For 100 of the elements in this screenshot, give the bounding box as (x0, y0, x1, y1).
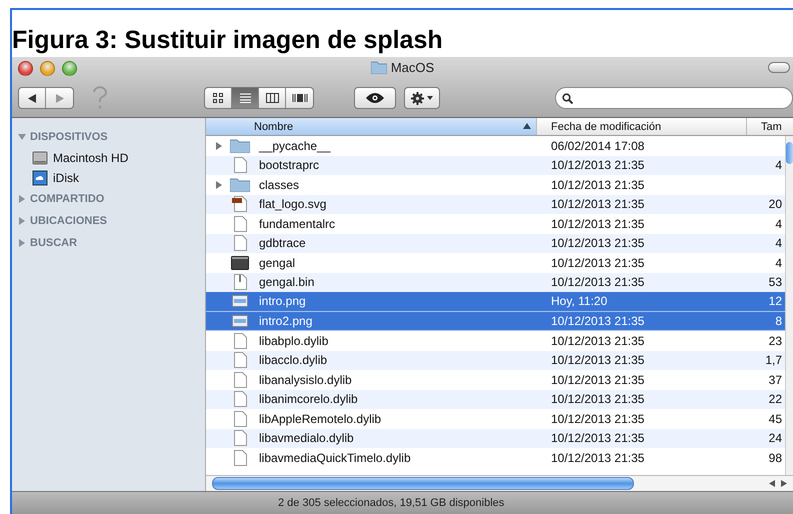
folder-icon (370, 61, 387, 74)
disclosure-triangle-icon[interactable] (215, 180, 223, 189)
file-name: gdbtrace (259, 236, 306, 250)
modified-date: 10/12/2013 21:35 (550, 178, 646, 192)
file-size: 53 (768, 275, 782, 290)
gear-icon (411, 92, 424, 104)
figure-caption: Figura 3: Sustituir imagen de splash (12, 25, 444, 56)
search-field[interactable] (555, 87, 793, 109)
modified-date: Hoy, 11:20 (550, 294, 608, 308)
file-name: libavmedialo.dylib (259, 431, 354, 446)
column-header[interactable]: Tam (747, 118, 793, 135)
file-size: 4 (775, 216, 782, 231)
modified-date: 10/12/2013 21:35 (550, 431, 646, 446)
file-row[interactable]: gengal.bin 10/12/2013 21:35 53 (206, 272, 785, 292)
modified-date: 06/02/2014 17:08 (550, 138, 646, 153)
scroll-right-icon[interactable] (781, 480, 787, 487)
disclosure-triangle-icon[interactable] (18, 195, 26, 203)
scrollbar-thumb[interactable] (786, 142, 793, 164)
modified-date: 10/12/2013 21:35 (550, 216, 646, 231)
modified-date: 10/12/2013 21:35 (550, 158, 646, 172)
file-size: 20 (768, 197, 782, 212)
caret-icon (427, 96, 433, 100)
disclosure-triangle-icon[interactable] (18, 133, 26, 141)
modified-date: 10/12/2013 21:35 (550, 372, 646, 387)
file-row[interactable]: intro.png Hoy, 11:20 12 (206, 292, 785, 312)
scrollbar-thumb[interactable] (212, 477, 634, 490)
folder-icon (230, 177, 250, 192)
modified-date: 10/12/2013 21:35 (550, 197, 646, 212)
disclosure-triangle-icon[interactable] (215, 142, 223, 150)
toolbar-toggle-button[interactable] (768, 62, 790, 73)
image-file-icon (232, 314, 248, 327)
file-size: 8 (775, 314, 782, 328)
sort-ascending-icon (523, 123, 531, 129)
status-text: 2 de 305 seleccionados, 19,51 GB disponibles (278, 497, 504, 509)
file-name: flat_logo.svg (259, 197, 326, 212)
file-size: 22 (768, 392, 782, 406)
document-icon (234, 157, 246, 174)
file-row[interactable]: libanimcorelo.dylib 10/12/2013 21:35 22 (206, 390, 785, 409)
file-name: bootstraprc (259, 158, 320, 172)
file-size: 37 (768, 372, 782, 387)
image-file-icon (232, 295, 248, 308)
file-name: __pycache__ (259, 138, 330, 153)
file-row[interactable]: gdbtrace 10/12/2013 21:35 4 (206, 234, 785, 253)
file-name: libavmediaQuickTimelo.dylib (259, 450, 411, 465)
file-row[interactable]: flat_logo.svg 10/12/2013 21:35 20 (206, 194, 785, 214)
close-button[interactable] (18, 60, 33, 76)
modified-date: 10/12/2013 21:35 (550, 256, 646, 270)
file-size: 45 (768, 412, 782, 426)
modified-date: 10/12/2013 21:35 (550, 392, 646, 406)
sidebar-item[interactable]: Macintosh HD (53, 151, 128, 165)
file-name: libanimcorelo.dylib (259, 392, 358, 406)
document-icon (234, 332, 246, 349)
document-icon (234, 450, 246, 466)
file-size: 4 (775, 256, 782, 270)
file-size: 4 (775, 158, 782, 172)
disclosure-triangle-icon[interactable] (18, 239, 26, 247)
scroll-left-icon[interactable] (769, 480, 775, 487)
document-icon (234, 216, 246, 232)
back-arrow-icon (28, 94, 36, 102)
modified-date: 10/12/2013 21:35 (550, 450, 646, 465)
modified-date: 10/12/2013 21:35 (550, 314, 646, 328)
file-size: 4 (775, 236, 782, 250)
view-mode-button[interactable] (232, 88, 259, 108)
quick-look-button[interactable] (354, 87, 396, 109)
vector-file-icon (232, 196, 248, 212)
modified-date: 10/12/2013 21:35 (550, 353, 646, 368)
file-row[interactable]: libacclo.dylib 10/12/2013 21:35 1,7 (206, 350, 785, 370)
modified-date: 10/12/2013 21:35 (550, 236, 646, 250)
document-icon (234, 352, 246, 368)
hard-drive-icon (32, 150, 48, 166)
file-size: 23 (768, 334, 782, 348)
column-header[interactable]: Nombre (206, 118, 537, 135)
file-name: intro2.png (259, 314, 312, 328)
document-icon (234, 391, 246, 408)
eye-icon (366, 93, 384, 103)
disclosure-triangle-icon[interactable] (18, 217, 26, 225)
search-icon (562, 92, 573, 104)
file-row[interactable]: bootstraprc 10/12/2013 21:35 4 (206, 156, 785, 175)
window-title: MacOS (390, 60, 434, 75)
folder-icon (230, 138, 250, 154)
file-row[interactable]: libavmedialo.dylib 10/12/2013 21:35 24 (206, 428, 785, 448)
action-menu-button[interactable] (404, 87, 440, 109)
list-icon (240, 93, 250, 103)
zoom-button[interactable] (62, 60, 77, 76)
cover-flow-icon (292, 93, 308, 103)
sidebar-item[interactable]: iDisk (53, 171, 79, 185)
file-name: gengal (259, 256, 296, 270)
file-name: libanalysislo.dylib (259, 372, 352, 387)
file-name: intro.png (259, 294, 306, 308)
file-name: libAppleRemotelo.dylib (259, 412, 382, 426)
file-name: libacclo.dylib (259, 353, 328, 368)
document-icon (234, 235, 246, 252)
minimize-button[interactable] (40, 60, 55, 76)
document-icon (234, 410, 246, 427)
archive-icon (234, 274, 246, 290)
file-row[interactable]: intro2.png 10/12/2013 21:35 8 (206, 312, 785, 331)
file-name: fundamentalrc (259, 216, 336, 231)
column-header[interactable]: Fecha de modificación (537, 118, 747, 135)
terminal-icon (231, 256, 249, 270)
forward-arrow-icon (55, 94, 64, 102)
